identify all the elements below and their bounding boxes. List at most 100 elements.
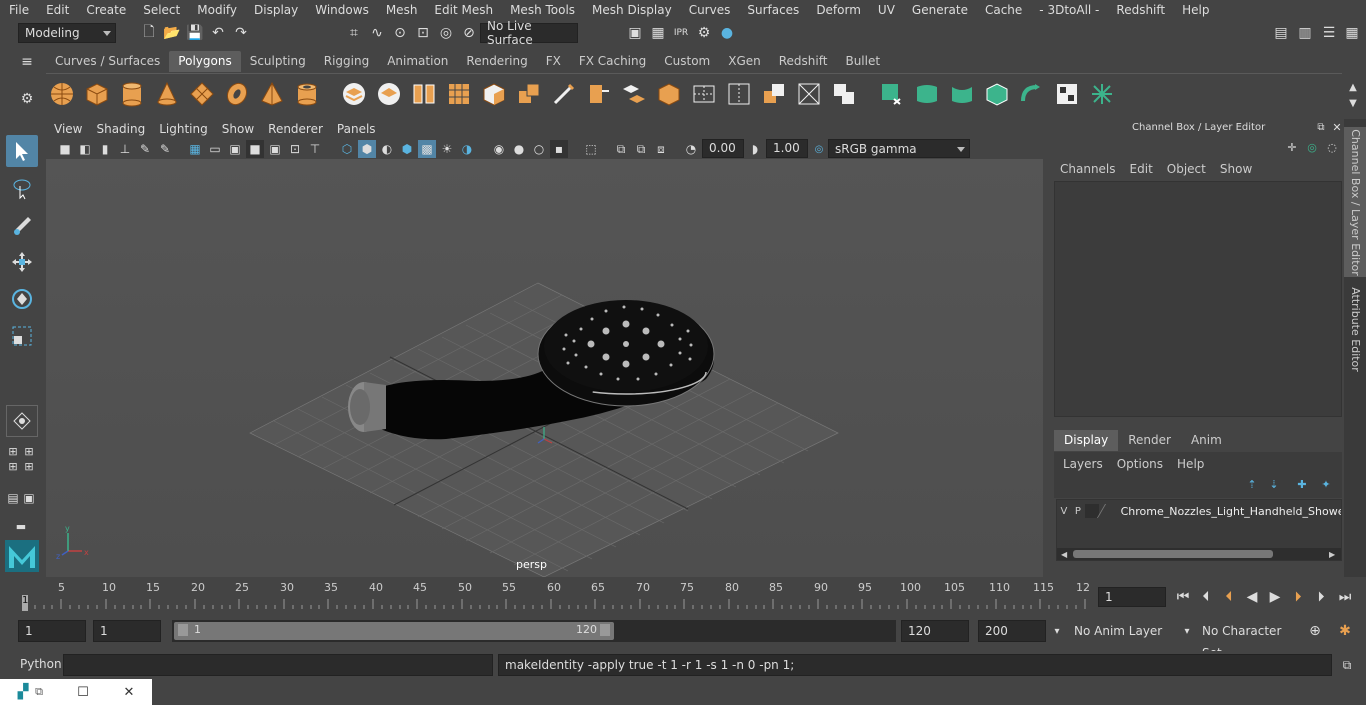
move-tool-icon[interactable] (6, 246, 38, 278)
go-to-start-icon[interactable]: ⏮ (1174, 588, 1192, 606)
exposure-icon[interactable]: ◔ (682, 140, 700, 158)
menu-3dtoall[interactable]: - 3DtoAll - (1030, 3, 1107, 17)
layer-row[interactable]: V P Chrome_Nozzles_Light_Handheld_Shower… (1057, 502, 1341, 520)
smooth-icon[interactable] (443, 78, 475, 110)
uv-planar-icon[interactable] (876, 78, 908, 110)
wireframe-on-shaded-icon[interactable]: ◐ (378, 140, 396, 158)
extrude-icon[interactable] (513, 78, 545, 110)
maximize-window-icon[interactable]: ☐ (74, 683, 92, 701)
paint-select-icon[interactable] (6, 209, 38, 241)
menu-mesh[interactable]: Mesh (377, 3, 426, 17)
snap-live-icon[interactable]: ⊘ (460, 24, 478, 42)
scene-start-field[interactable]: 1 (18, 620, 86, 642)
depth-of-field-icon[interactable]: ▪ (550, 140, 568, 158)
channel-settings-icon[interactable]: ◌ (1324, 139, 1340, 155)
soft-select-icon[interactable] (6, 405, 38, 437)
menu-deform[interactable]: Deform (807, 3, 869, 17)
redo-icon[interactable]: ↷ (232, 24, 250, 42)
modeling-toolkit-icon[interactable]: ▥ (1296, 24, 1314, 42)
render-settings-icon[interactable]: ⚙ (695, 24, 713, 42)
menu-create[interactable]: Create (77, 3, 134, 17)
field-chart-icon[interactable]: ▣ (266, 140, 284, 158)
menu-help[interactable]: Help (1173, 3, 1217, 17)
layout-persp-icon[interactable]: ⊞ (22, 459, 36, 473)
backface-cull-icon[interactable]: ⧈ (652, 140, 670, 158)
safe-action-icon[interactable]: ⊡ (286, 140, 304, 158)
shelf-tab-custom[interactable]: Custom (655, 51, 719, 72)
poly-pyramid-icon[interactable] (256, 78, 288, 110)
hypershade-icon[interactable]: ● (718, 24, 736, 42)
bridge-icon[interactable] (618, 78, 650, 110)
grease-pencil-icon[interactable]: ✎ (136, 140, 154, 158)
scene-end-field[interactable]: 200 (978, 620, 1046, 642)
poly-plane-icon[interactable] (186, 78, 218, 110)
step-forward-frame-icon[interactable]: ⏵ (1312, 588, 1330, 606)
textured-icon[interactable]: ⬢ (398, 140, 416, 158)
shelf-tab-xgen[interactable]: XGen (719, 51, 770, 72)
menu-display[interactable]: Display (245, 3, 306, 17)
shelf-tab-fx[interactable]: FX (537, 51, 570, 72)
uv-spherical-icon[interactable] (946, 78, 978, 110)
select-tool-icon[interactable] (6, 135, 38, 167)
xray-active-icon[interactable]: ⧉ (632, 140, 650, 158)
step-back-key-icon[interactable]: ⏴ (1220, 588, 1238, 606)
menu-uv[interactable]: UV (869, 3, 903, 17)
shelf-tab-fx-caching[interactable]: FX Caching (570, 51, 655, 72)
new-layer-icon[interactable]: ✚ (1294, 476, 1310, 492)
range-bar[interactable]: 1 120 (174, 622, 614, 640)
layer-color-swatch[interactable] (1096, 504, 1119, 518)
menu-windows[interactable]: Windows (306, 3, 377, 17)
layer-menu-help[interactable]: Help (1177, 457, 1204, 471)
panel-menu-shading[interactable]: Shading (89, 122, 152, 136)
panel-menu-view[interactable]: View (47, 122, 89, 136)
multi-cut-icon[interactable] (548, 78, 580, 110)
channelbox-toggle-icon[interactable]: ▦ (1343, 24, 1361, 42)
outliner-layout-icon[interactable]: ▤ (6, 487, 20, 509)
playback-end-field[interactable]: 120 (901, 620, 969, 642)
color-management-icon[interactable]: ◎ (810, 140, 828, 158)
poly-cylinder-icon[interactable] (116, 78, 148, 110)
image-plane-icon[interactable]: ⊥ (116, 140, 134, 158)
mirror-icon[interactable] (723, 78, 755, 110)
poly-cone-icon[interactable] (151, 78, 183, 110)
anim-layer-dropdown-arrow[interactable]: ▾ (1048, 622, 1066, 640)
character-set-dropdown[interactable]: No Character Set (1196, 620, 1300, 660)
layer-visibility-toggle[interactable]: V (1057, 506, 1071, 517)
range-handle-right[interactable] (600, 624, 610, 636)
new-layer-selected-icon[interactable]: ✦ (1318, 476, 1334, 492)
uv-automatic-icon[interactable] (981, 78, 1013, 110)
insert-edge-loop-icon[interactable] (583, 78, 615, 110)
channel-menu-object[interactable]: Object (1167, 162, 1220, 176)
layout-four-icon[interactable]: ⊞ (22, 444, 36, 458)
anim-prefs-icon[interactable]: ✱ (1336, 622, 1354, 640)
open-scene-icon[interactable]: 📂 (163, 24, 181, 42)
panel-menu-lighting[interactable]: Lighting (152, 122, 215, 136)
layer-playback-toggle[interactable]: P (1071, 506, 1085, 517)
resolution-gate-icon[interactable]: ▣ (226, 140, 244, 158)
render-sequence-icon[interactable]: ▦ (649, 24, 667, 42)
booleans-icon[interactable] (828, 78, 860, 110)
snap-view-icon[interactable]: ⊡ (414, 24, 432, 42)
menu-mesh-tools[interactable]: Mesh Tools (501, 3, 583, 17)
side-tab-attribute-editor[interactable]: Attribute Editor (1344, 287, 1366, 372)
move-layer-up-icon[interactable]: ⇡ (1244, 476, 1260, 492)
save-scene-icon[interactable]: 💾 (186, 24, 204, 42)
layer-scroll-thumb[interactable] (1073, 550, 1273, 558)
gamma-field[interactable]: 1.00 (766, 139, 808, 158)
perspective-viewport[interactable]: x y z persp (46, 159, 1043, 577)
camera-attr-icon[interactable]: ◧ (76, 140, 94, 158)
layer-menu-layers[interactable]: Layers (1063, 457, 1117, 471)
play-backwards-icon[interactable]: ◀ (1243, 588, 1261, 606)
close-window-icon[interactable]: ✕ (120, 683, 138, 701)
menu-cache[interactable]: Cache (976, 3, 1030, 17)
layout-menu-icon[interactable]: ▬ (6, 519, 36, 533)
cleanup-icon[interactable] (793, 78, 825, 110)
colorspace-dropdown[interactable]: sRGB gamma (828, 139, 970, 158)
shelf-tab-polygons[interactable]: Polygons (169, 51, 241, 72)
live-surface-field[interactable]: No Live Surface (480, 19, 578, 47)
shelf-tab-sculpting[interactable]: Sculpting (241, 51, 315, 72)
shelf-tab-rendering[interactable]: Rendering (457, 51, 536, 72)
scroll-left-icon[interactable]: ◀ (1061, 550, 1067, 559)
menu-modify[interactable]: Modify (188, 3, 245, 17)
script-editor-icon[interactable]: ⧉ (1338, 656, 1356, 674)
